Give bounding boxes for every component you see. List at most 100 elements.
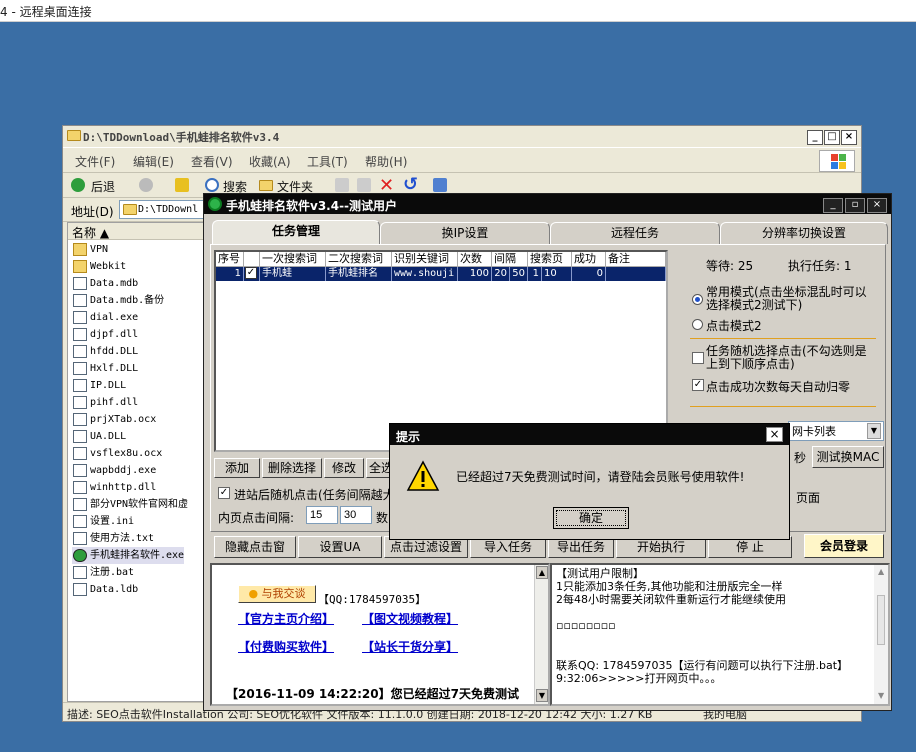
file-item[interactable]: Data.mdb.备份 bbox=[72, 292, 164, 309]
col-seq[interactable]: 序号 bbox=[216, 252, 244, 267]
file-item[interactable]: 设置.ini bbox=[72, 513, 134, 530]
file-item[interactable]: 注册.bat bbox=[72, 564, 134, 581]
file-item[interactable]: pihf.dll bbox=[72, 394, 138, 411]
scroll-down-icon[interactable]: ▼ bbox=[536, 689, 548, 702]
col-kw1[interactable]: 一次搜索词 bbox=[260, 252, 326, 267]
file-item[interactable]: prjXTab.ocx bbox=[72, 411, 156, 428]
dialog-titlebar[interactable]: 提示 × bbox=[390, 424, 789, 445]
random-task-checkbox[interactable] bbox=[692, 352, 704, 364]
row-checkbox[interactable]: ✓ bbox=[245, 267, 257, 279]
ok-button[interactable]: 确定 bbox=[553, 507, 629, 529]
table-row[interactable]: 1 ✓ 手机蛙 手机蛙排名 www.shouji 100 20 50 1 10 … bbox=[216, 267, 666, 281]
app-maximize-button[interactable]: ▫ bbox=[845, 198, 865, 213]
delete-selected-button[interactable]: 删除选择 bbox=[262, 458, 322, 478]
test-mac-button[interactable]: 测试换MAC bbox=[812, 446, 884, 468]
folders-icon[interactable] bbox=[259, 180, 273, 191]
task-grid: 序号 一次搜索词 二次搜索词 识别关键词 次数 间隔 搜索页 成功 备注 1 ✓… bbox=[214, 250, 668, 452]
set-ua-button[interactable]: 设置UA bbox=[298, 536, 382, 558]
search-icon[interactable] bbox=[205, 178, 219, 192]
tab-task-management[interactable]: 任务管理 bbox=[212, 220, 380, 244]
back-button[interactable]: 后退 bbox=[91, 178, 115, 195]
file-item[interactable]: Webkit bbox=[72, 258, 126, 275]
app-minimize-button[interactable]: _ bbox=[823, 198, 843, 213]
menu-tools[interactable]: 工具(T) bbox=[307, 153, 348, 170]
random-click-checkbox[interactable]: ✓ bbox=[218, 487, 230, 499]
file-item[interactable]: Data.mdb bbox=[72, 275, 138, 292]
edit-button[interactable]: 修改 bbox=[324, 458, 364, 478]
move-to-icon[interactable] bbox=[335, 178, 349, 192]
menu-edit[interactable]: 编辑(E) bbox=[133, 153, 174, 170]
app-titlebar[interactable]: 手机蛙排名软件v3.4--测试用户 _ ▫ × bbox=[204, 194, 891, 214]
buy-software-link[interactable]: 【付费购买软件】 bbox=[238, 638, 334, 655]
undo-icon[interactable]: ↺ bbox=[403, 174, 418, 195]
file-item[interactable]: dial.exe bbox=[72, 309, 138, 326]
explorer-titlebar[interactable]: D:\TDDownload\手机蛙排名软件v3.4 _ □ × bbox=[63, 126, 861, 147]
menu-view[interactable]: 查看(V) bbox=[191, 153, 233, 170]
scroll-down-icon[interactable]: ▼ bbox=[878, 691, 884, 700]
chat-with-me-button[interactable]: ● 与我交谈 bbox=[238, 585, 316, 603]
chevron-down-icon[interactable]: ▼ bbox=[867, 423, 881, 439]
file-item[interactable]: Data.ldb bbox=[72, 581, 138, 598]
scroll-up-icon[interactable]: ▲ bbox=[536, 566, 548, 579]
tab-resolution-settings[interactable]: 分辨率切换设置 bbox=[720, 222, 888, 244]
file-item[interactable]: VPN bbox=[72, 241, 108, 258]
auto-reset-checkbox[interactable]: ✓ bbox=[692, 379, 704, 391]
member-login-button[interactable]: 会员登录 bbox=[804, 534, 884, 558]
menu-file[interactable]: 文件(F) bbox=[75, 153, 115, 170]
video-tutorial-link[interactable]: 【图文视频教程】 bbox=[362, 610, 458, 627]
qq-number: 【QQ:1784597035】 bbox=[318, 593, 427, 606]
col-interval[interactable]: 间隔 bbox=[492, 252, 528, 267]
file-item[interactable]: 部分VPN软件官网和虚 bbox=[72, 496, 188, 513]
folder-icon bbox=[73, 243, 87, 256]
up-folder-icon[interactable] bbox=[175, 178, 189, 192]
tab-ip-settings[interactable]: 换IP设置 bbox=[380, 222, 550, 244]
cell-interval-a: 20 bbox=[492, 267, 510, 281]
left-log-scrollbar[interactable]: ▲ ▼ bbox=[534, 565, 548, 704]
file-item[interactable]: winhttp.dll bbox=[72, 479, 156, 496]
menu-favorites[interactable]: 收藏(A) bbox=[249, 153, 291, 170]
app-close-button[interactable]: × bbox=[867, 198, 887, 213]
copy-to-icon[interactable] bbox=[357, 178, 371, 192]
scroll-thumb[interactable] bbox=[877, 595, 885, 645]
official-homepage-link[interactable]: 【官方主页介绍】 bbox=[238, 610, 334, 627]
col-success[interactable]: 成功 bbox=[572, 252, 606, 267]
maximize-button[interactable]: □ bbox=[824, 130, 840, 145]
cell-check[interactable]: ✓ bbox=[244, 267, 260, 281]
col-count[interactable]: 次数 bbox=[458, 252, 492, 267]
back-arrow-icon[interactable] bbox=[71, 178, 85, 192]
column-header-name[interactable]: 名称 ▲ bbox=[68, 223, 204, 240]
file-item[interactable]: 手机蛙排名软件.exe bbox=[72, 547, 185, 564]
file-item[interactable]: IP.DLL bbox=[72, 377, 126, 394]
file-item[interactable]: wapbddj.exe bbox=[72, 462, 156, 479]
hide-click-window-button[interactable]: 隐藏点击窗 bbox=[214, 536, 296, 558]
file-item[interactable]: vsflex8u.ocx bbox=[72, 445, 162, 462]
inner-click-max-input[interactable] bbox=[340, 506, 372, 524]
file-item[interactable]: hfdd.DLL bbox=[72, 343, 138, 360]
webmaster-tips-link[interactable]: 【站长干货分享】 bbox=[362, 638, 458, 655]
tab-remote-task[interactable]: 远程任务 bbox=[550, 222, 720, 244]
right-log-scrollbar[interactable]: ▲ ▼ bbox=[874, 565, 888, 704]
address-input[interactable]: D:\TDDownl bbox=[119, 200, 209, 219]
mode1-radio[interactable] bbox=[692, 294, 703, 305]
inner-click-min-input[interactable] bbox=[306, 506, 338, 524]
dialog-close-button[interactable]: × bbox=[766, 427, 783, 442]
file-item[interactable]: Hxlf.DLL bbox=[72, 360, 138, 377]
col-note[interactable]: 备注 bbox=[606, 252, 666, 267]
menu-help[interactable]: 帮助(H) bbox=[365, 153, 407, 170]
add-button[interactable]: 添加 bbox=[214, 458, 260, 478]
nic-select[interactable]: 网卡列表 ▼ bbox=[788, 421, 884, 441]
file-item[interactable]: 使用方法.txt bbox=[72, 530, 154, 547]
col-search-page[interactable]: 搜索页 bbox=[528, 252, 572, 267]
file-item[interactable]: UA.DLL bbox=[72, 428, 126, 445]
scroll-up-icon[interactable]: ▲ bbox=[878, 567, 884, 576]
chat-with-me-label: 与我交谈 bbox=[261, 587, 306, 600]
forward-arrow-icon[interactable] bbox=[139, 178, 153, 192]
mode2-radio[interactable] bbox=[692, 319, 703, 330]
views-icon[interactable] bbox=[433, 178, 447, 192]
col-ident[interactable]: 识别关键词 bbox=[392, 252, 458, 267]
file-item[interactable]: djpf.dll bbox=[72, 326, 138, 343]
close-button[interactable]: × bbox=[841, 130, 857, 145]
col-kw2[interactable]: 二次搜索词 bbox=[326, 252, 392, 267]
minimize-button[interactable]: _ bbox=[807, 130, 823, 145]
col-check[interactable] bbox=[244, 252, 260, 267]
